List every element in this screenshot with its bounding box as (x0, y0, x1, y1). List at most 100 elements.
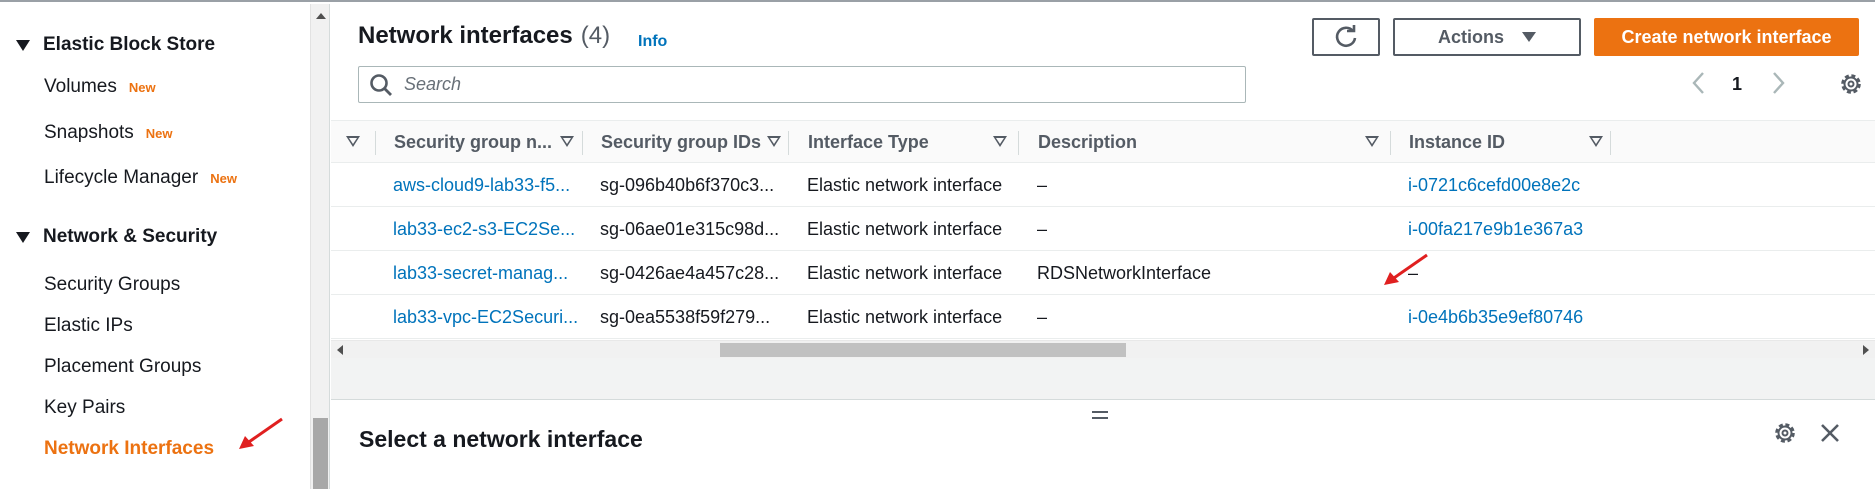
sidebar-item-snapshots[interactable]: Snapshots New (44, 122, 173, 144)
instance-id-cell: – (1408, 262, 1419, 283)
chevron-left-icon[interactable] (1688, 68, 1710, 98)
sidebar-item-elastic-ips[interactable]: Elastic IPs (44, 315, 133, 337)
description-cell: – (1037, 306, 1048, 327)
new-badge: New (128, 80, 156, 95)
caret-down-icon (1522, 32, 1536, 42)
column-divider[interactable] (1390, 131, 1391, 155)
sidebar-section-network-security[interactable]: Network & Security (16, 226, 217, 248)
new-badge: New (210, 171, 237, 186)
gear-icon[interactable] (1772, 420, 1798, 446)
sidebar-section-label: Network & Security (43, 226, 218, 247)
column-divider[interactable] (788, 131, 789, 155)
interface-type-cell: Elastic network interface (807, 306, 1003, 327)
instance-id-link[interactable]: i-0e4b6b35e9ef80746 (1408, 295, 1608, 339)
sort-icon[interactable] (1589, 136, 1603, 147)
sidebar-scrollbar[interactable] (310, 4, 330, 489)
select-all-filter[interactable] (346, 121, 366, 164)
sidebar-item-placement-groups[interactable]: Placement Groups (44, 356, 201, 378)
sidebar-item-label: Snapshots (44, 122, 134, 143)
security-group-name-link[interactable]: lab33-ec2-s3-EC2Se... (393, 207, 578, 251)
info-link[interactable]: Info (638, 33, 667, 51)
sort-icon (346, 136, 360, 147)
security-group-ids-cell: sg-096b40b6f370c3... (600, 174, 775, 195)
actions-dropdown-button[interactable]: Actions (1393, 18, 1581, 56)
column-header-instance-id[interactable]: Instance ID (1409, 121, 1609, 164)
column-divider[interactable] (1610, 131, 1611, 155)
sidebar-item-label: Volumes (44, 76, 117, 97)
column-divider[interactable] (582, 131, 583, 155)
scroll-left-arrow-icon[interactable] (337, 345, 343, 355)
sidebar-item-volumes[interactable]: Volumes New (44, 76, 156, 98)
current-page-number[interactable]: 1 (1732, 74, 1742, 95)
column-header-label: Instance ID (1409, 132, 1506, 152)
column-header-label: Interface Type (808, 132, 929, 152)
scroll-up-arrow-icon[interactable] (316, 13, 326, 19)
sidebar-item-label: Security Groups (44, 274, 181, 295)
sidebar-item-label: Elastic IPs (44, 315, 133, 336)
sidebar-section-elastic-block-store[interactable]: Elastic Block Store (16, 34, 215, 56)
security-group-name-link[interactable]: lab33-secret-manag... (393, 251, 578, 295)
column-header-label: Security group n... (394, 132, 553, 152)
new-badge: New (145, 126, 173, 141)
sidebar-item-label: Network Interfaces (44, 438, 215, 459)
search-bar[interactable] (358, 66, 1246, 103)
column-header-description[interactable]: Description (1038, 121, 1388, 164)
sort-icon[interactable] (1365, 136, 1379, 147)
instance-id-link[interactable]: i-0721c6cefd00e8e2c (1408, 163, 1608, 207)
annotation-arrow-icon (239, 417, 283, 449)
split-panel-divider (331, 358, 1875, 400)
security-group-name-link[interactable]: lab33-vpc-EC2Securi... (393, 295, 578, 339)
column-divider[interactable] (1018, 131, 1019, 155)
description-cell: – (1037, 174, 1048, 195)
description-cell: – (1037, 218, 1048, 239)
interface-type-cell: Elastic network interface (807, 218, 1003, 239)
column-header-label: Security group IDs (601, 132, 762, 152)
scrollbar-thumb[interactable] (720, 343, 1126, 357)
annotation-arrow-icon (1384, 253, 1428, 285)
sort-icon[interactable] (993, 136, 1007, 147)
security-group-ids-cell: sg-0426ae4a457c28... (600, 262, 780, 283)
column-header-security-group-name[interactable]: Security group n... (394, 121, 574, 164)
gear-icon[interactable] (1838, 71, 1864, 97)
caret-down-icon (16, 39, 30, 51)
create-network-interface-button[interactable]: Create network interface (1594, 18, 1859, 56)
table-horizontal-scrollbar[interactable] (331, 340, 1875, 358)
caret-down-icon (16, 231, 30, 243)
column-header-interface-type[interactable]: Interface Type (808, 121, 1018, 164)
sort-icon[interactable] (767, 136, 781, 147)
table-row[interactable]: lab33-ec2-s3-EC2Se... sg-06ae01e315c98d.… (331, 207, 1875, 251)
security-group-ids-cell: sg-0ea5538f59f279... (600, 306, 771, 327)
sidebar-item-label: Key Pairs (44, 397, 126, 418)
search-input[interactable] (404, 74, 1224, 95)
instance-id-link[interactable]: i-00fa217e9b1e367a3 (1408, 207, 1608, 251)
sidebar-item-key-pairs[interactable]: Key Pairs (44, 397, 125, 419)
split-panel: Select a network interface (331, 400, 1875, 489)
column-header-label: Description (1038, 132, 1138, 152)
scroll-right-arrow-icon[interactable] (1863, 345, 1869, 355)
table-row[interactable]: lab33-vpc-EC2Securi... sg-0ea5538f59f279… (331, 295, 1875, 339)
close-icon[interactable] (1818, 421, 1842, 445)
column-header-security-group-ids[interactable]: Security group IDs (601, 121, 781, 164)
table-row[interactable]: lab33-secret-manag... sg-0426ae4a457c28.… (331, 251, 1875, 295)
chevron-right-icon[interactable] (1767, 68, 1789, 98)
actions-label: Actions (1437, 26, 1504, 47)
refresh-button[interactable] (1312, 18, 1380, 56)
sort-icon[interactable] (560, 136, 574, 147)
description-cell: RDSNetworkInterface (1037, 262, 1212, 283)
interface-type-cell: Elastic network interface (807, 174, 1003, 195)
security-group-name-link[interactable]: aws-cloud9-lab33-f5... (393, 163, 578, 207)
sidebar-item-network-interfaces[interactable]: Network Interfaces (44, 438, 214, 460)
scrollbar-thumb[interactable] (313, 418, 328, 489)
column-divider[interactable] (375, 131, 376, 155)
page-title-text: Network interfaces (358, 22, 573, 49)
security-group-ids-cell: sg-06ae01e315c98d... (600, 218, 780, 239)
split-panel-title: Select a network interface (359, 426, 643, 452)
resize-handle-icon[interactable] (1092, 411, 1108, 419)
sidebar-item-label: Lifecycle Manager (44, 167, 199, 188)
sidebar-nav: Elastic Block Store Volumes New Snapshot… (0, 4, 310, 489)
item-count: (4) (580, 22, 611, 49)
table-row[interactable]: aws-cloud9-lab33-f5... sg-096b40b6f370c3… (331, 163, 1875, 207)
sidebar-item-security-groups[interactable]: Security Groups (44, 274, 180, 296)
sidebar-item-label: Placement Groups (44, 356, 202, 377)
sidebar-item-lifecycle-manager[interactable]: Lifecycle Manager New (44, 167, 237, 189)
